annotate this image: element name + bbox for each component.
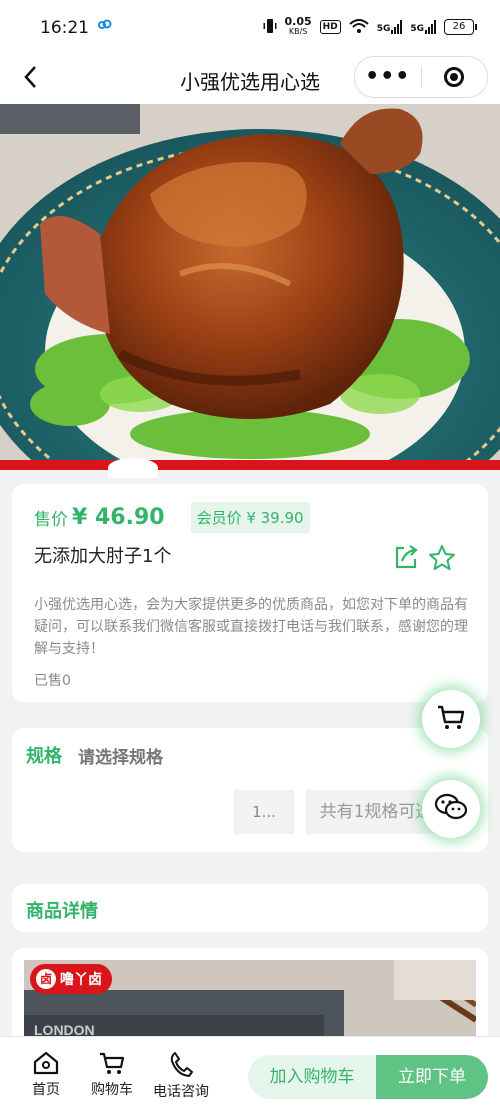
action-buttons: 加入购物车 立即下单: [248, 1055, 488, 1099]
net-speed-value: 0.05: [284, 15, 312, 28]
net-speed-unit: KB/S: [288, 27, 308, 36]
target-icon[interactable]: [422, 67, 488, 87]
price-row: 售价 ¥ 46.90 会员价 ¥ 39.90: [34, 502, 310, 533]
net-speed: 0.05 KB/S: [284, 15, 312, 37]
brand-logo-icon: 卤: [36, 969, 56, 989]
price-value: ¥ 46.90: [72, 505, 165, 530]
spec-title: 规格: [26, 746, 62, 767]
tab-home-label: 首页: [32, 1082, 60, 1098]
cart-icon: [100, 1052, 125, 1074]
status-time: 16:21: [40, 18, 89, 38]
banner-strip: [0, 460, 500, 470]
sim2-label: 5G: [410, 24, 424, 34]
wechat-icon: [434, 792, 468, 826]
detail-card: 商品详情: [12, 884, 488, 932]
brand-badge: 卤 噜丫卤: [30, 964, 112, 994]
banner-notch: [108, 458, 158, 478]
status-bar: 16:21 0.05 KB/S HD 5G 5G 26: [0, 0, 500, 56]
battery-icon: 26: [444, 19, 477, 35]
member-price-badge: 会员价 ¥ 39.90: [190, 502, 310, 533]
price-label: 售价: [34, 510, 68, 530]
tab-phone[interactable]: 电话咨询: [146, 1051, 216, 1101]
more-dots-icon[interactable]: •••: [355, 57, 421, 97]
sim1-label: 5G: [376, 24, 391, 34]
mini-program-capsule: •••: [354, 56, 488, 98]
brand-name: 噜丫卤: [60, 972, 102, 988]
pork-knuckle-image: [0, 104, 500, 468]
tab-phone-label: 电话咨询: [153, 1084, 209, 1100]
wifi-icon: [349, 18, 369, 36]
status-indicators: 0.05 KB/S HD 5G 5G 26: [263, 15, 477, 37]
buy-now-button[interactable]: 立即下单: [376, 1055, 488, 1099]
home-icon: [33, 1051, 59, 1075]
spec-option[interactable]: 1...: [234, 790, 294, 834]
star-icon[interactable]: [428, 544, 456, 572]
bottom-bar: 首页 购物车 电话咨询 加入购物车 立即下单: [0, 1036, 500, 1117]
product-description: 小强优选用心选，会为大家提供更多的优质商品，如您对下单的商品有疑问，可以联系我们…: [34, 597, 468, 657]
spec-hint: 请选择规格: [78, 748, 163, 768]
signal-bars-icon: [425, 20, 436, 34]
tab-cart[interactable]: 购物车: [86, 1051, 138, 1099]
product-name: 无添加大肘子1个: [34, 546, 172, 567]
sold-count: 已售0: [34, 673, 71, 689]
nav-bar: 小强优选用心选 •••: [0, 56, 500, 104]
product-hero-image: [0, 104, 500, 468]
cloud-sync-icon: [98, 18, 112, 34]
vibrate-icon: [263, 18, 277, 37]
hd-badge: HD: [319, 20, 341, 34]
signal-1: 5G: [377, 20, 403, 34]
signal-bars-icon: [391, 20, 403, 34]
share-icon[interactable]: [394, 544, 418, 570]
signal-2: 5G: [410, 20, 436, 34]
detail-title: 商品详情: [26, 901, 98, 922]
floating-wechat-button[interactable]: [422, 780, 480, 838]
cart-icon: [436, 704, 466, 734]
price-card: 售价 ¥ 46.90 会员价 ¥ 39.90 无添加大肘子1个 小强优选用心选，…: [12, 484, 488, 702]
tab-cart-label: 购物车: [91, 1082, 133, 1098]
phone-icon: [170, 1052, 193, 1077]
spec-card[interactable]: 规格 请选择规格 1... 共有1规格可选: [12, 728, 488, 852]
floating-cart-button[interactable]: [422, 690, 480, 748]
tab-home[interactable]: 首页: [28, 1051, 64, 1099]
add-to-cart-button[interactable]: 加入购物车: [248, 1055, 376, 1099]
